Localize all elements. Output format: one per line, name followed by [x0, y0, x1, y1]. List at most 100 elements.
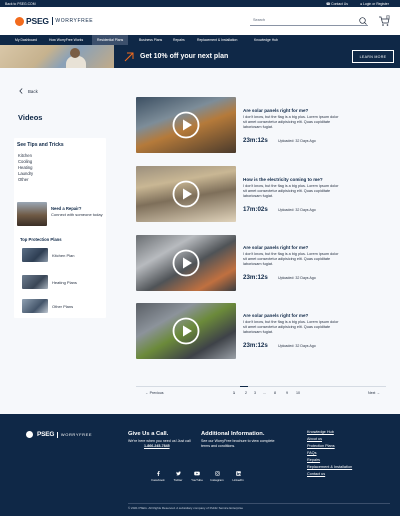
utility-bar: Back to PSEG.COM ☎ Contact Us ● Login or…: [0, 0, 400, 7]
video-uploaded: Uploaded: 32 Days Ago: [278, 208, 316, 212]
call-title: Give Us a Call.: [128, 431, 169, 437]
page-2-link[interactable]: 2: [245, 391, 247, 395]
login-label: Login or Register: [363, 1, 389, 6]
instagram-icon: [214, 471, 220, 476]
video-title[interactable]: Are solar panels right for me?: [243, 108, 308, 113]
heating-plans-image[interactable]: [22, 275, 48, 289]
video-uploaded: Uploaded: 32 Days Ago: [278, 139, 316, 143]
repair-subtitle[interactable]: Connect with someone today: [51, 212, 103, 217]
nav-item-knowledge-hub[interactable]: Knowledge Hub: [249, 35, 283, 45]
pseg-logo-mark: [15, 16, 24, 26]
nav-item-replacement-installation[interactable]: Replacement & Installation: [192, 35, 242, 45]
video-thumbnail[interactable]: [136, 235, 236, 291]
footer-link-contact-us[interactable]: Contact us: [307, 472, 325, 476]
video-duration: 23m:12s: [243, 342, 268, 349]
social-twitter[interactable]: Twitter: [168, 471, 188, 482]
promo-text: Get 10% off your next plan: [140, 52, 229, 60]
logo-sub-brand: WORRYFREE: [55, 18, 94, 24]
social-instagram[interactable]: Instagram: [207, 471, 227, 482]
social-facebook[interactable]: Facebook: [148, 471, 168, 482]
footer-link-replacement-installation[interactable]: Replacement & Installation: [307, 465, 352, 469]
info-text[interactable]: See our WorryFree brochure to view compl…: [201, 439, 281, 448]
social-label: YouTube: [191, 477, 203, 482]
play-icon[interactable]: [172, 249, 200, 277]
nav-item-repairs[interactable]: Repairs: [168, 35, 190, 45]
play-icon[interactable]: [172, 180, 200, 208]
back-to-pseg-link[interactable]: Back to PSEG.COM: [5, 2, 36, 6]
next-page-button[interactable]: Next →: [368, 391, 380, 395]
search-placeholder: Search: [253, 18, 266, 22]
video-uploaded: Uploaded: 32 Days Ago: [278, 276, 316, 280]
tip-link-laundry[interactable]: Laundry: [18, 171, 33, 176]
contact-us-label: Contact Us: [331, 1, 348, 6]
social-youtube[interactable]: YouTube: [187, 471, 207, 482]
login-link[interactable]: ● Login or Register: [360, 2, 389, 6]
video-duration: 17m:02s: [243, 206, 268, 213]
footer-link-repairs[interactable]: Repairs: [307, 458, 320, 462]
video-duration: 23m:12s: [243, 274, 268, 281]
pagination-ellipsis: ...: [263, 391, 266, 395]
video-thumbnail[interactable]: [136, 303, 236, 359]
pseg-worryfree-logo[interactable]: PSEG WORRYFREE: [15, 16, 93, 26]
video-title[interactable]: Are solar panels right for me?: [243, 245, 308, 250]
kitchen-plan-link[interactable]: Kitchen Plan: [52, 253, 74, 258]
video-description: I don't know, but the flag is a big plus…: [243, 115, 339, 129]
arrow-up-right-icon: [124, 52, 134, 62]
tip-link-cooling[interactable]: Cooling: [18, 159, 32, 164]
next-label: Next: [368, 391, 376, 395]
social-label: Instagram: [210, 477, 224, 482]
footer-logo-divider: [57, 431, 58, 438]
footer-link-faqs[interactable]: FAQs: [307, 451, 317, 455]
footer-link-knowledge-hub[interactable]: Knowledge Hub: [307, 430, 334, 434]
other-plans-link[interactable]: Other Plans: [52, 304, 73, 309]
video-uploaded: Uploaded: 32 Days Ago: [278, 344, 316, 348]
previous-label: Previous: [149, 391, 164, 395]
info-title: Additional Information.: [201, 431, 265, 437]
video-thumbnail[interactable]: [136, 166, 236, 222]
other-plans-image[interactable]: [22, 299, 48, 313]
tip-link-heating[interactable]: Heating: [18, 165, 32, 170]
footer-logo-sub-brand: WORRYFREE: [60, 432, 93, 437]
page-title: Videos: [18, 113, 43, 122]
page-9-link[interactable]: 9: [286, 391, 288, 395]
pagination: ← Previous 1 2 3 ... 8 9 10 Next →: [136, 386, 386, 398]
nav-item-my-dashboard[interactable]: My Dashboard: [10, 35, 42, 45]
video-description: I don't know, but the flag is a big plus…: [243, 184, 339, 198]
footer-link-about-us[interactable]: About us: [307, 437, 322, 441]
learn-more-button[interactable]: LEARN MORE: [352, 50, 394, 63]
social-linkedin[interactable]: LinkedIn: [228, 471, 248, 482]
tip-link-other[interactable]: Other: [18, 177, 28, 182]
search-input[interactable]: Search: [250, 16, 368, 26]
cart-icon[interactable]: 0: [378, 15, 390, 27]
search-icon[interactable]: [358, 16, 368, 26]
kitchen-plan-image[interactable]: [22, 248, 48, 262]
call-phone-link[interactable]: 1-866-245-7845: [144, 444, 170, 448]
repair-technician-image: [17, 202, 47, 226]
page-10-link[interactable]: 10: [296, 391, 300, 395]
twitter-icon: [175, 471, 181, 476]
repair-title[interactable]: Need a Repair?: [51, 206, 82, 211]
nav-item-business-plans[interactable]: Business Plans: [134, 35, 167, 45]
page-8-link[interactable]: 8: [274, 391, 276, 395]
page-1-link[interactable]: 1: [233, 391, 235, 395]
footer-link-protection-plans[interactable]: Protection Plans: [307, 444, 335, 448]
video-thumbnail[interactable]: [136, 97, 236, 153]
video-title[interactable]: Are solar panels right for me?: [243, 313, 308, 318]
nav-item-how-worryfree-works[interactable]: How WorryFree Works: [44, 35, 88, 45]
back-link[interactable]: Back: [19, 88, 38, 94]
linkedin-icon: [235, 471, 241, 476]
play-icon[interactable]: [172, 317, 200, 345]
heating-plans-link[interactable]: Heating Plans: [52, 280, 77, 285]
footer-logo[interactable]: PSEG WORRYFREE: [26, 431, 92, 438]
play-icon[interactable]: [172, 111, 200, 139]
protection-plans-title: Top Protection Plans: [20, 237, 62, 242]
tip-link-kitchen[interactable]: Kitchen: [18, 153, 32, 158]
contact-us-link[interactable]: ☎ Contact Us: [326, 2, 348, 6]
nav-item-residential-plans[interactable]: Residential Plans: [92, 35, 129, 45]
main-nav: My Dashboard How WorryFree Works Residen…: [0, 35, 400, 45]
active-page-indicator: [240, 386, 248, 388]
tips-title: See Tips and Tricks: [17, 142, 64, 148]
previous-page-button[interactable]: ← Previous: [145, 391, 164, 395]
page-3-link[interactable]: 3: [254, 391, 256, 395]
video-title[interactable]: How is the electricity coming to me?: [243, 177, 323, 182]
